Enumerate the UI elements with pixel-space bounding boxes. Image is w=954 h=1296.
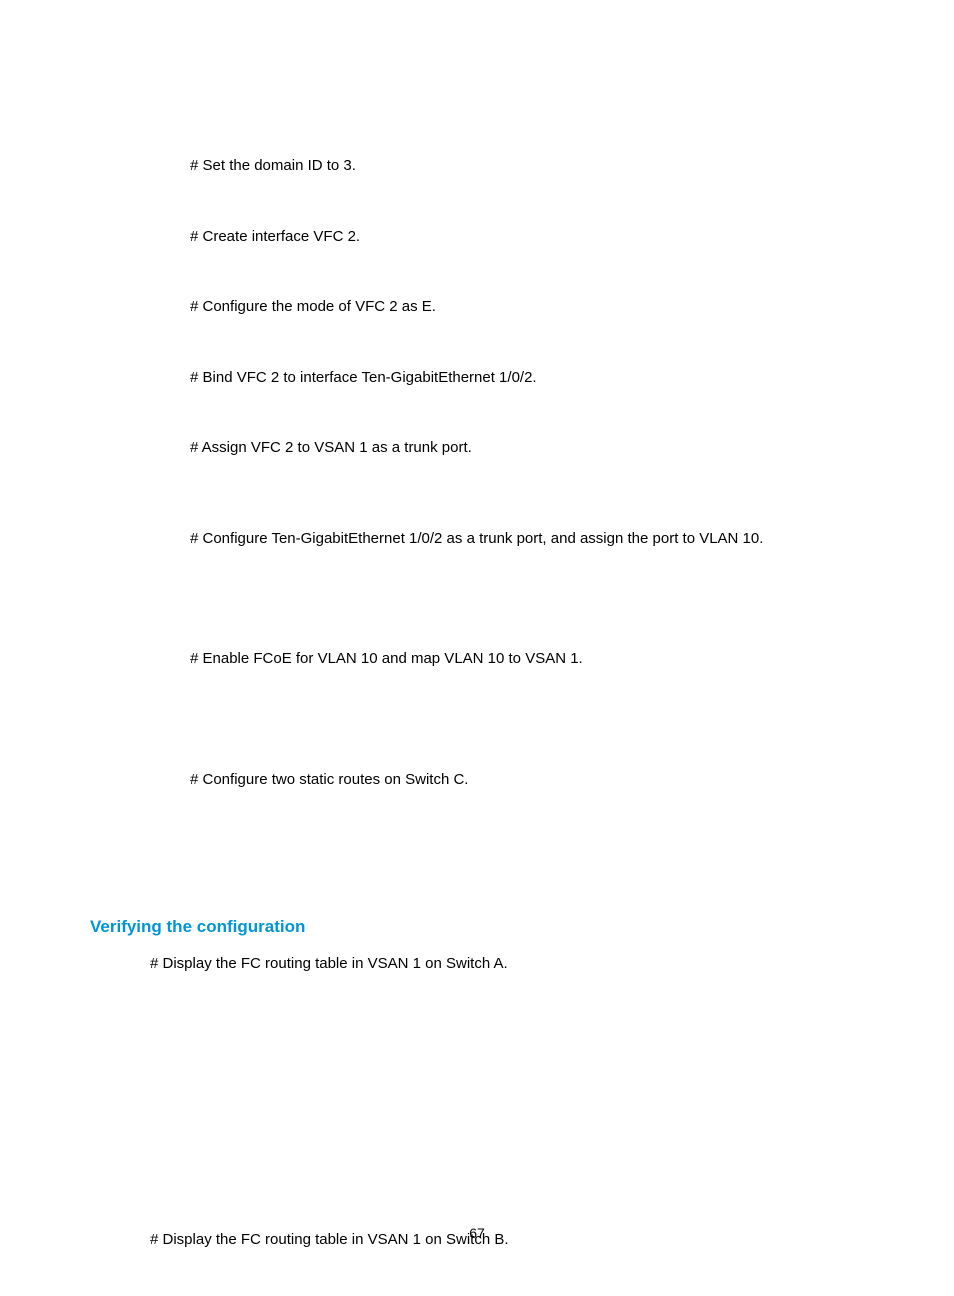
page-number: 67: [0, 1225, 954, 1241]
section-heading: Verifying the configuration: [90, 917, 864, 937]
instruction-text: # Configure two static routes on Switch …: [190, 769, 864, 792]
instruction-text: # Set the domain ID to 3.: [190, 155, 864, 178]
instruction-text: # Configure the mode of VFC 2 as E.: [190, 296, 864, 319]
instruction-text: # Display the FC routing table in VSAN 1…: [150, 953, 864, 976]
instruction-text: # Enable FCoE for VLAN 10 and map VLAN 1…: [190, 648, 864, 671]
instruction-text: # Assign VFC 2 to VSAN 1 as a trunk port…: [190, 437, 864, 460]
instruction-text: # Bind VFC 2 to interface Ten-GigabitEth…: [190, 367, 864, 390]
instruction-text: # Create interface VFC 2.: [190, 226, 864, 249]
instruction-text: # Configure Ten-GigabitEthernet 1/0/2 as…: [190, 528, 864, 551]
